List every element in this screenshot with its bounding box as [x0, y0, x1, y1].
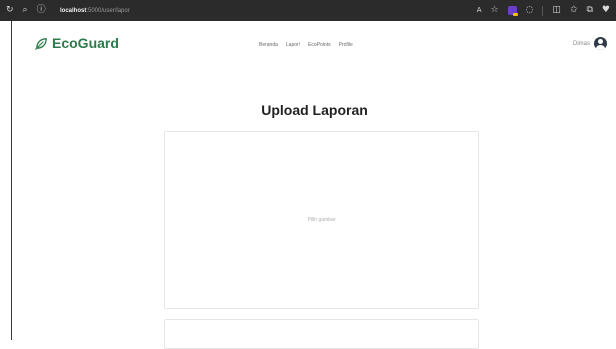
nav-link-ecopoints[interactable]: EcoPoints [308, 42, 331, 48]
search-icon[interactable]: ⌕ [23, 6, 28, 15]
nav-link-profile[interactable]: Profile [339, 42, 353, 48]
browser-toolbar: ↻ ⌕ ⓘ localhost :5000/user/lapor A ☆ ◌ ◫… [0, 0, 616, 21]
copilot-icon[interactable]: ◌ [526, 6, 534, 15]
page-viewport: EcoGuard Beranda Lapor! EcoPoints Profil… [11, 21, 616, 349]
favorites-icon[interactable]: ✩ [570, 6, 578, 15]
nav-link-lapor[interactable]: Lapor! [286, 42, 300, 48]
collections-icon[interactable]: ⧉ [586, 6, 592, 15]
page-title: Upload Laporan [261, 102, 368, 118]
extension-icon[interactable] [507, 6, 518, 16]
avatar[interactable] [594, 37, 607, 50]
user-name: Dimas [572, 40, 590, 47]
leaf-icon [35, 37, 47, 50]
star-icon[interactable]: ☆ [490, 6, 498, 15]
brand-logo[interactable]: EcoGuard [34, 35, 119, 51]
nav-link-beranda[interactable]: Beranda [259, 42, 278, 48]
url-path: :5000/user/lapor [86, 7, 130, 14]
site-navbar: EcoGuard Beranda Lapor! EcoPoints Profil… [12, 21, 616, 67]
upload-label: Pilih gambar [307, 217, 336, 223]
user-menu[interactable]: Dimas [573, 37, 607, 50]
split-screen-icon[interactable]: ◫ [552, 6, 561, 15]
description-field[interactable] [164, 319, 479, 349]
browser-nav-group: ↻ ⌕ ⓘ [6, 0, 46, 21]
toolbar-divider [542, 5, 544, 16]
browser-actions: A ☆ ◌ ◫ ✩ ⧉ ♥ [477, 0, 610, 21]
image-upload-dropzone[interactable]: Pilih gambar [164, 131, 479, 309]
nav-links: Beranda Lapor! EcoPoints Profile [259, 42, 353, 48]
url-host: localhost [60, 7, 87, 14]
info-icon[interactable]: ⓘ [37, 6, 46, 15]
read-aloud-icon[interactable]: A [477, 7, 482, 14]
reload-icon[interactable]: ↻ [6, 6, 14, 15]
brand-name: EcoGuard [52, 35, 119, 51]
address-bar[interactable]: localhost :5000/user/lapor [60, 5, 130, 16]
heart-icon[interactable]: ♥ [602, 6, 610, 15]
